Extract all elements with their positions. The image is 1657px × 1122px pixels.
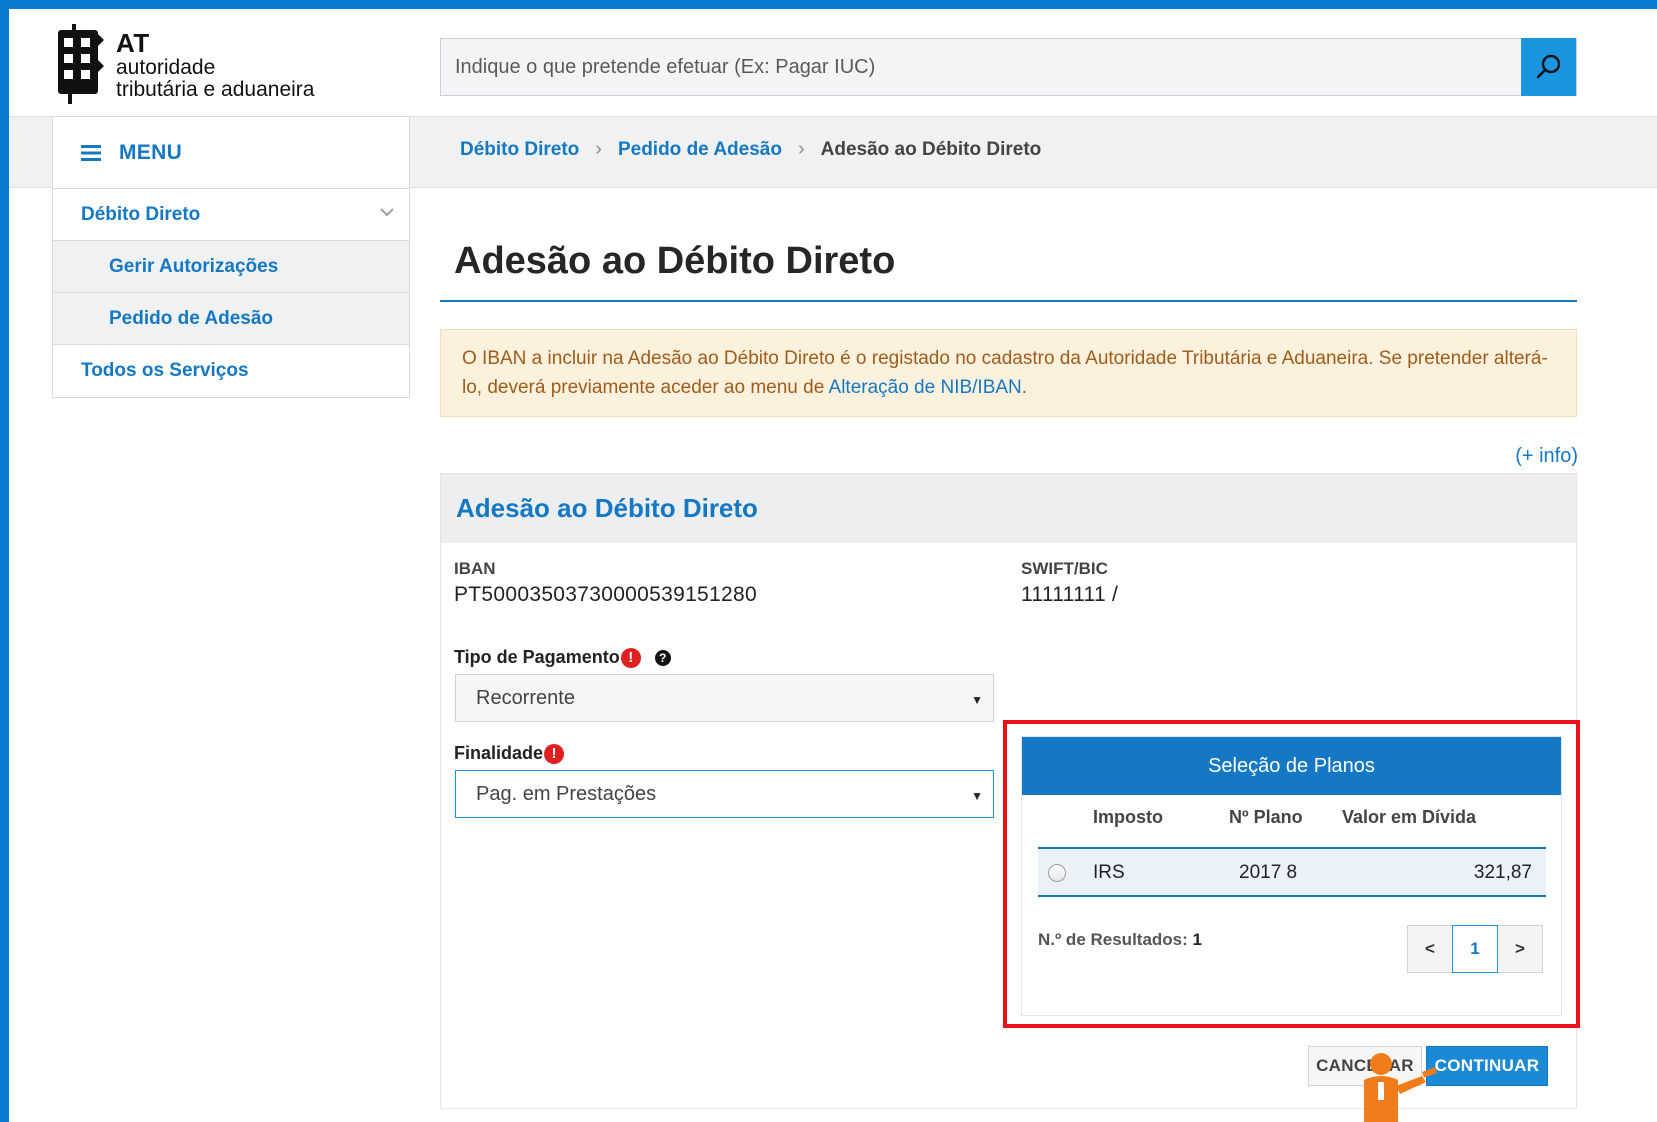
sidebar: Débito Direto Gerir Autorizações Pedido … xyxy=(52,188,410,398)
cell-valor: 321,87 xyxy=(1473,862,1532,883)
prev-page-button[interactable]: < xyxy=(1407,925,1453,973)
iban-value: PT50003503730000539151280 xyxy=(454,583,757,606)
breadcrumb-separator-icon: › xyxy=(797,138,805,160)
swift-label: SWIFT/BIC xyxy=(1021,559,1108,578)
tipo-pagamento-label: Tipo de Pagamento ! ? xyxy=(454,647,671,668)
column-imposto: Imposto xyxy=(1093,807,1163,827)
sidebar-item-todos-servicos[interactable]: Todos os Serviços xyxy=(53,345,409,397)
iban-label: IBAN xyxy=(454,559,496,578)
required-icon: ! xyxy=(544,743,565,764)
breadcrumb-debito-direto[interactable]: Débito Direto xyxy=(460,139,579,161)
search-button[interactable] xyxy=(1521,38,1576,96)
page-title: Adesão ao Débito Direto xyxy=(454,240,896,282)
panel-title: Adesão ao Débito Direto xyxy=(456,493,758,523)
title-divider xyxy=(440,300,1577,302)
plans-header: Seleção de Planos xyxy=(1022,737,1561,795)
table-row[interactable]: IRS 2017 8 321,87 xyxy=(1038,847,1546,897)
column-valor: Valor em Dívida xyxy=(1342,807,1477,827)
results-label: N.º de Resultados: xyxy=(1038,930,1188,949)
at-logo[interactable]: AT autoridade tributária e aduaneira xyxy=(54,22,354,106)
results-count: N.º de Resultados: 1 xyxy=(1038,930,1202,950)
more-info-link[interactable]: (+ info) xyxy=(1512,445,1578,468)
iban-alert: O IBAN a incluir na Adesão ao Débito Dir… xyxy=(440,329,1577,417)
dropdown-arrow-icon: ▼ xyxy=(971,693,983,707)
page-1-button[interactable]: 1 xyxy=(1452,925,1498,973)
tipo-pagamento-select[interactable]: Recorrente ▼ xyxy=(455,674,994,722)
cell-imposto: IRS xyxy=(1093,862,1125,883)
swift-value: 11111111 / xyxy=(1021,583,1119,606)
sidebar-item-label: Pedido de Adesão xyxy=(109,307,273,329)
results-value: 1 xyxy=(1192,930,1202,949)
sidebar-item-label: Débito Direto xyxy=(81,203,201,225)
finalidade-text: Finalidade xyxy=(454,743,544,763)
dropdown-arrow-icon: ▼ xyxy=(971,789,983,803)
help-icon[interactable]: ? xyxy=(654,649,671,666)
required-icon: ! xyxy=(620,647,641,668)
alert-end: . xyxy=(1021,377,1028,398)
finalidade-select[interactable]: Pag. em Prestações ▼ xyxy=(455,770,994,818)
column-plano: Nº Plano xyxy=(1229,807,1303,827)
next-page-button[interactable]: > xyxy=(1497,925,1543,973)
search-input[interactable] xyxy=(441,39,1521,95)
at-emblem-icon xyxy=(58,24,104,104)
sidebar-item-debito-direto[interactable]: Débito Direto xyxy=(53,189,409,241)
breadcrumb-pedido-adesao[interactable]: Pedido de Adesão xyxy=(618,139,782,161)
tipo-pagamento-value: Recorrente xyxy=(476,686,575,709)
presenter-pointer-icon xyxy=(1364,1053,1438,1122)
sidebar-item-label: Gerir Autorizações xyxy=(109,255,279,277)
menu-label: MENU xyxy=(119,140,183,164)
brand-line2: tributária e aduaneira xyxy=(116,78,315,101)
pagination: < 1 > xyxy=(1407,925,1543,973)
plans-selection: Seleção de Planos Imposto Nº Plano Valor… xyxy=(1021,736,1562,1016)
tipo-pagamento-text: Tipo de Pagamento xyxy=(454,647,620,667)
window-frame-top xyxy=(0,0,1657,9)
brand-line1: autoridade xyxy=(116,56,216,79)
brand-short: AT xyxy=(116,28,150,58)
sidebar-item-pedido-adesao[interactable]: Pedido de Adesão xyxy=(53,293,409,345)
breadcrumb-separator-icon: › xyxy=(595,138,602,160)
chevron-down-icon xyxy=(380,208,394,217)
menu-button[interactable]: MENU xyxy=(52,116,410,188)
panel-header: Adesão ao Débito Direto xyxy=(441,474,1576,543)
plan-radio[interactable] xyxy=(1048,864,1066,882)
sidebar-item-label: Todos os Serviços xyxy=(81,360,249,381)
window-frame-left xyxy=(0,0,9,1122)
cell-plano: 2017 8 xyxy=(1239,862,1298,883)
breadcrumb: Débito Direto › Pedido de Adesão › Adesã… xyxy=(460,138,1041,161)
finalidade-value: Pag. em Prestações xyxy=(476,782,657,805)
search-icon xyxy=(1536,54,1560,79)
finalidade-label: Finalidade ! xyxy=(454,743,565,764)
search-bar xyxy=(440,38,1577,96)
sidebar-item-gerir-autorizacoes[interactable]: Gerir Autorizações xyxy=(53,241,409,293)
hamburger-icon xyxy=(81,144,101,161)
alteracao-iban-link[interactable]: Alteração de NIB/IBAN xyxy=(829,377,1022,398)
breadcrumb-current: Adesão ao Débito Direto xyxy=(820,138,1042,160)
